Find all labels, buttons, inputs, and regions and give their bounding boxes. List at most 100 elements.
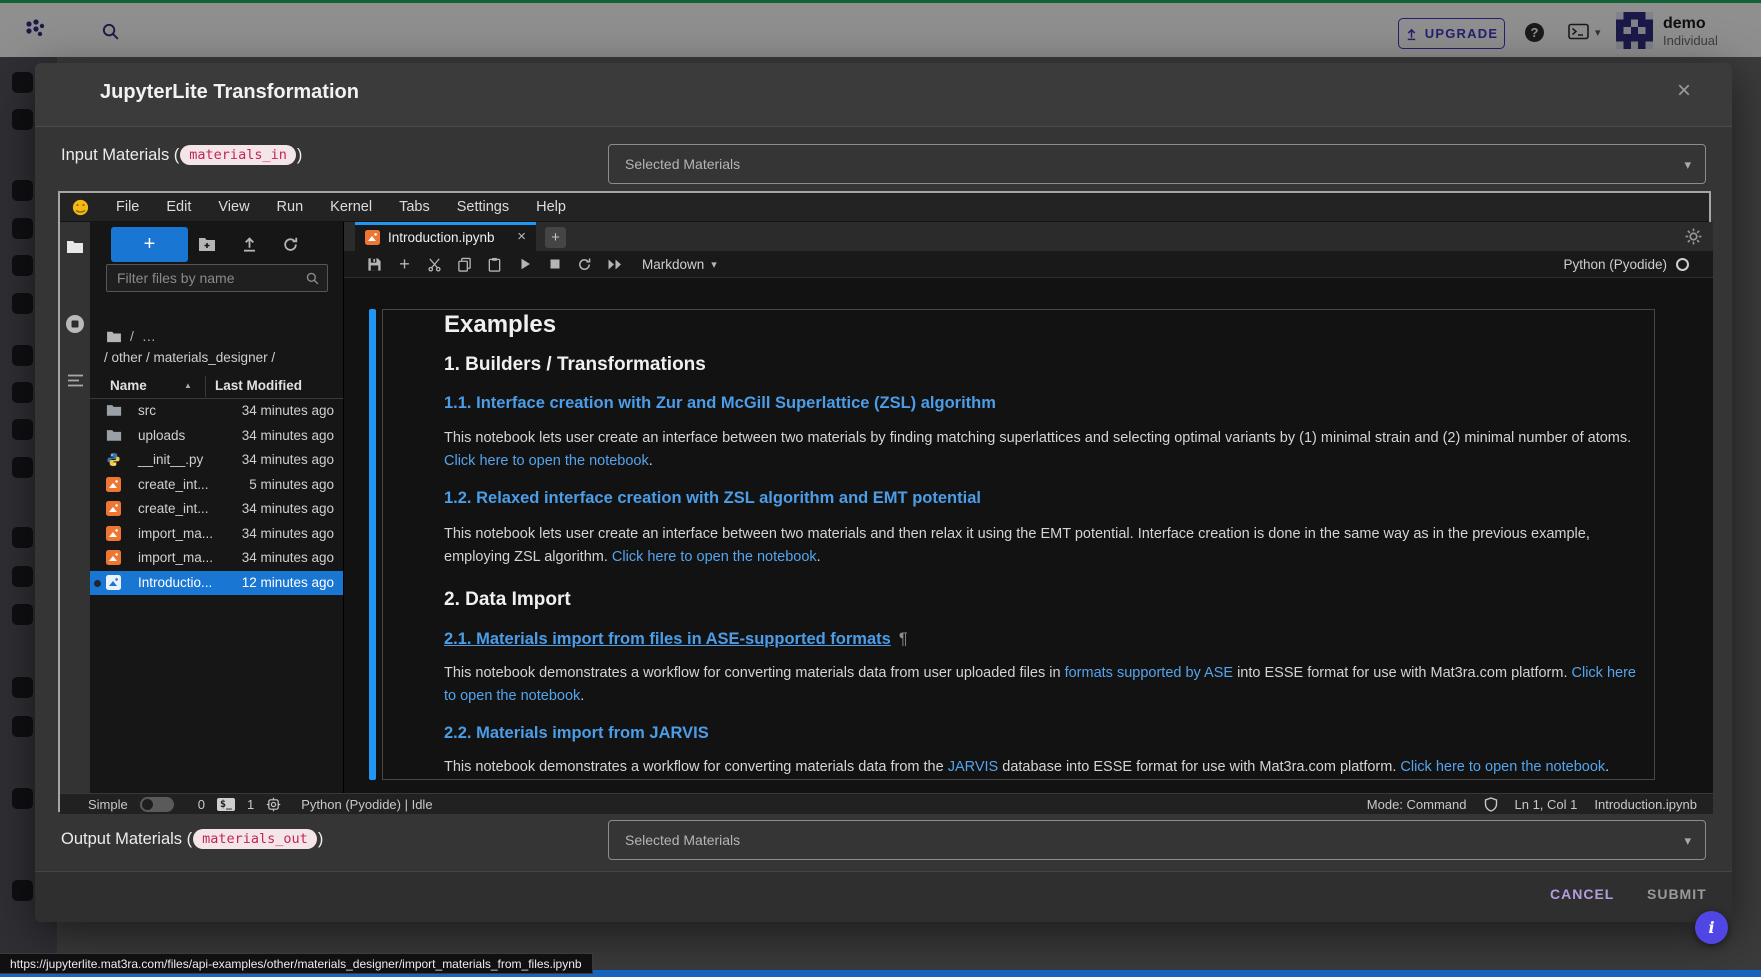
file-row[interactable]: __init__.py 34 minutes ago [90, 448, 343, 473]
heading-link-1-1[interactable]: 1.1. Interface creation with Zur and McG… [444, 394, 996, 413]
output-materials-select[interactable]: Selected Materials ▾ [608, 820, 1706, 860]
jupyter-menubar: File Edit View Run Kernel Tabs Settings … [60, 193, 1709, 222]
terminals-count[interactable]: 0 [198, 797, 205, 812]
new-folder-icon[interactable] [198, 236, 216, 254]
heading-link-1-2[interactable]: 1.2. Relaxed interface creation with ZSL… [444, 489, 981, 508]
cut-icon[interactable] [426, 256, 443, 273]
kernel-name[interactable]: Python (Pyodide) [1563, 257, 1667, 272]
simple-mode-toggle[interactable] [140, 797, 174, 812]
file-browser-tab-icon[interactable] [65, 236, 85, 256]
menu-view[interactable]: View [218, 199, 249, 215]
cell-collapser-bar[interactable] [369, 309, 376, 780]
jupyterlite-frame: File Edit View Run Kernel Tabs Settings … [58, 191, 1711, 812]
input-materials-code-chip: materials_in [180, 145, 296, 165]
jarvis-link[interactable]: JARVIS [948, 759, 999, 775]
kernel-settings-gear-icon[interactable] [1684, 227, 1703, 246]
submit-button[interactable]: SUBMIT [1647, 886, 1707, 902]
filter-search-icon [305, 271, 320, 286]
cancel-button[interactable]: CANCEL [1550, 886, 1614, 902]
breadcrumb-root[interactable]: / [130, 328, 134, 344]
notebook-panel: Introduction.ipynb × + + [343, 222, 1713, 793]
ase-formats-link[interactable]: formats supported by ASE [1065, 665, 1233, 681]
shield-icon[interactable] [1484, 797, 1498, 812]
upload-icon[interactable] [241, 236, 259, 254]
terminal-icon[interactable]: $_ [217, 798, 235, 811]
output-select-label: Selected Materials [625, 832, 740, 848]
run-icon[interactable] [516, 256, 533, 273]
menu-edit[interactable]: Edit [166, 199, 191, 215]
file-row[interactable]: create_int... 5 minutes ago [90, 473, 343, 498]
notebook-toolbar: + [344, 251, 1713, 278]
menu-settings[interactable]: Settings [457, 199, 509, 215]
open-notebook-link[interactable]: Click here to open the notebook [612, 549, 817, 565]
file-browser: + / … / other / materials_designer / Nam… [90, 222, 343, 793]
insert-cell-icon[interactable]: + [396, 256, 413, 273]
cursor-position[interactable]: Ln 1, Col 1 [1515, 797, 1578, 812]
running-kernels-tab-icon[interactable] [65, 314, 85, 334]
notebook-icon [106, 501, 122, 517]
heading-link-2-2[interactable]: 2.2. Materials import from JARVIS [444, 724, 709, 743]
close-icon[interactable]: × [1677, 77, 1691, 105]
menu-run[interactable]: Run [277, 199, 304, 215]
column-last-modified[interactable]: Last Modified [215, 378, 302, 393]
file-row[interactable]: import_ma... 34 minutes ago [90, 546, 343, 571]
breadcrumb-ellipsis[interactable]: … [142, 328, 156, 344]
info-fab-button[interactable]: i [1695, 911, 1728, 944]
output-materials-code-chip: materials_out [193, 829, 317, 849]
input-materials-label: Input Materials (materials_in) [61, 145, 302, 165]
restart-kernel-icon[interactable] [576, 256, 593, 273]
restart-run-all-icon[interactable] [606, 256, 623, 273]
filter-files-input[interactable] [106, 264, 328, 292]
modal-title: JupyterLite Transformation [100, 81, 359, 104]
chevron-down-icon: ▾ [711, 258, 717, 271]
breadcrumb-path[interactable]: / other / materials_designer / [104, 350, 275, 365]
file-list-header: Name ▲ Last Modified [90, 374, 343, 399]
close-icon[interactable]: × [517, 228, 526, 245]
notebook-content: Examples 1. Builders / Transformations 1… [344, 278, 1713, 793]
activity-bar [60, 222, 90, 793]
notebook-icon [365, 230, 380, 245]
kernel-chip-icon[interactable] [266, 797, 281, 812]
kernels-count[interactable]: 1 [247, 797, 254, 812]
file-row[interactable]: uploads 34 minutes ago [90, 424, 343, 449]
chevron-down-icon: ▾ [1684, 157, 1691, 173]
open-notebook-link[interactable]: Click here to open the notebook [1400, 759, 1605, 775]
menu-kernel[interactable]: Kernel [330, 199, 372, 215]
anchor-pilcrow[interactable]: ¶ [899, 630, 908, 648]
add-tab-button[interactable]: + [545, 227, 566, 248]
file-row[interactable]: import_ma... 34 minutes ago [90, 522, 343, 547]
kernel-status-text[interactable]: Python (Pyodide) | Idle [301, 797, 432, 812]
link-url-statusbar: https://jupyterlite.mat3ra.com/files/api… [0, 953, 593, 974]
file-row-selected[interactable]: Introductio... 12 minutes ago [90, 571, 343, 596]
table-of-contents-tab-icon[interactable] [65, 370, 85, 390]
jupyter-statusbar: Simple 0 $_ 1 Python (Pyodide) | Idle Mo… [60, 793, 1713, 814]
menu-file[interactable]: File [116, 199, 139, 215]
simple-mode-label: Simple [88, 797, 128, 812]
file-row[interactable]: create_int... 34 minutes ago [90, 497, 343, 522]
file-row[interactable]: src 34 minutes ago [90, 399, 343, 424]
output-materials-label: Output Materials (materials_out) [61, 829, 323, 849]
cell-type-select[interactable]: Markdown ▾ [642, 257, 717, 272]
tab-introduction-ipynb[interactable]: Introduction.ipynb × [355, 222, 536, 251]
jupyterlite-transformation-modal: JupyterLite Transformation × Input Mater… [35, 63, 1732, 922]
paste-icon[interactable] [486, 256, 503, 273]
paragraph-1-2: This notebook lets user create an interf… [444, 523, 1649, 569]
breadcrumb: / … [106, 328, 156, 344]
notebook-icon [106, 526, 122, 542]
column-name[interactable]: Name [110, 378, 147, 393]
input-materials-select[interactable]: Selected Materials ▾ [608, 144, 1706, 184]
stop-icon[interactable] [546, 256, 563, 273]
sort-asc-icon[interactable]: ▲ [184, 381, 192, 390]
open-notebook-link[interactable]: Click here to open the notebook [444, 453, 649, 469]
kernel-status-icon[interactable] [1676, 258, 1689, 271]
new-launcher-button[interactable]: + [111, 227, 188, 262]
menu-help[interactable]: Help [536, 199, 566, 215]
refresh-icon[interactable] [282, 236, 300, 254]
save-icon[interactable] [366, 256, 383, 273]
copy-icon[interactable] [456, 256, 473, 273]
home-folder-icon[interactable] [106, 330, 122, 343]
paragraph-2-1: This notebook demonstrates a workflow fo… [444, 662, 1649, 708]
tab-bar: Introduction.ipynb × + [344, 222, 1713, 251]
heading-link-2-1[interactable]: 2.1. Materials import from files in ASE-… [444, 630, 908, 649]
menu-tabs[interactable]: Tabs [399, 199, 430, 215]
